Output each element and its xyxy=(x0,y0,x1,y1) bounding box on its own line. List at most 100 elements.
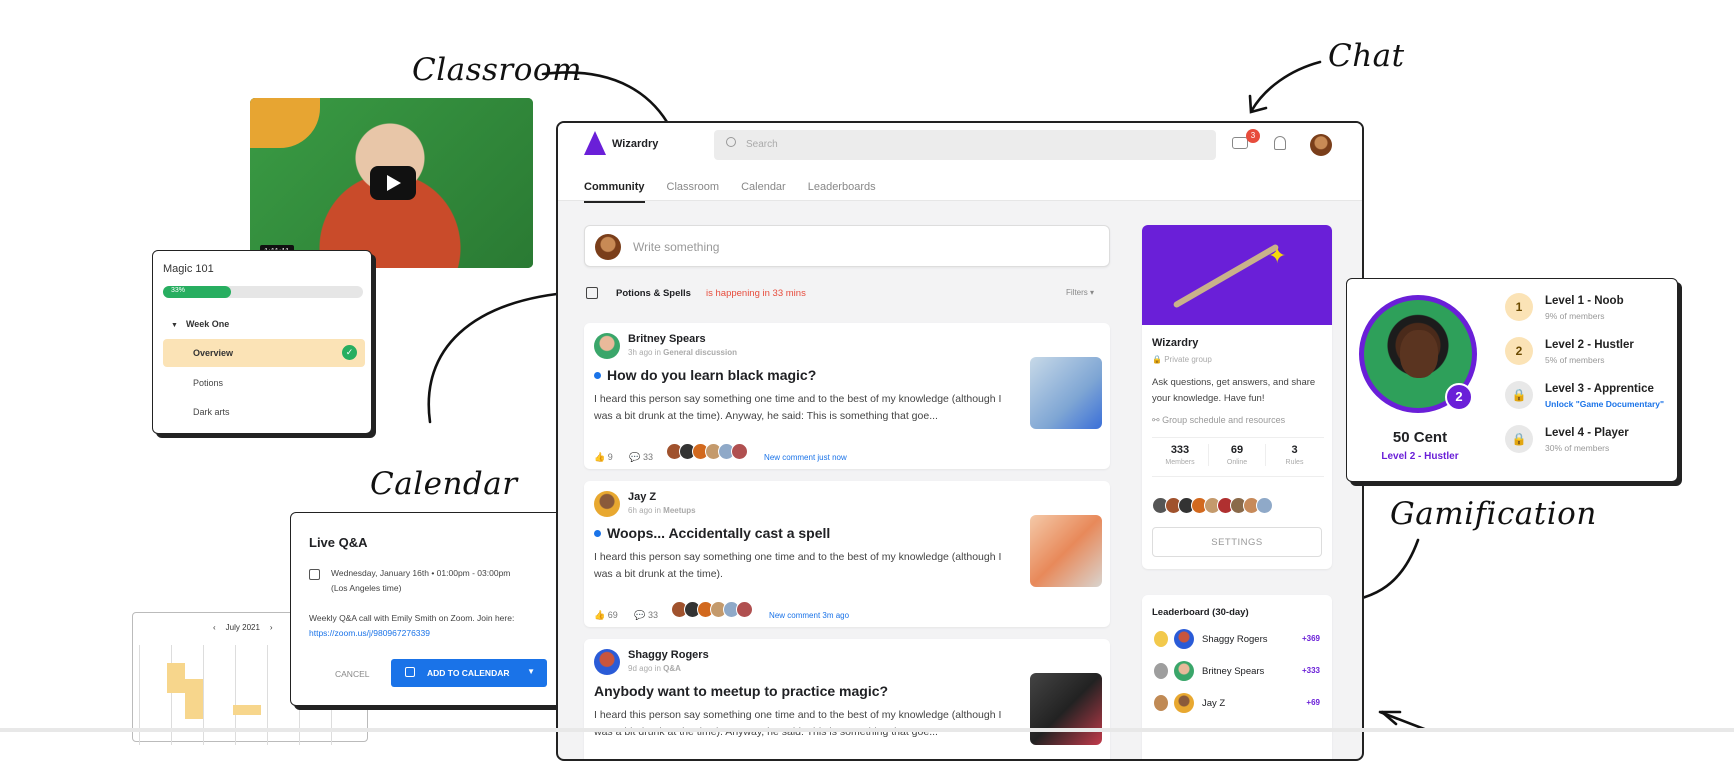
group-privacy: 🔒 Private group xyxy=(1152,355,1212,364)
post-body: I heard this person say something one ti… xyxy=(594,393,1002,422)
post-thumbnail[interactable] xyxy=(1030,515,1102,587)
comment-icon[interactable]: 💬 xyxy=(629,452,640,462)
group-name: Wizardry xyxy=(1152,337,1199,349)
post-author[interactable]: Jay Z xyxy=(628,491,656,503)
event-link[interactable]: https://zoom.us/j/980967276339 xyxy=(309,628,430,638)
post-card[interactable]: Jay Z 6h ago in Meetups Woops... Acciden… xyxy=(584,481,1110,627)
tab-classroom[interactable]: Classroom xyxy=(667,181,720,201)
annotation-classroom: Classroom xyxy=(412,52,582,88)
composer-avatar xyxy=(595,234,621,260)
member-avatars xyxy=(1152,497,1273,519)
group-resources-link[interactable]: ⚯ Group schedule and resources xyxy=(1152,415,1285,426)
post-title[interactable]: Anybody want to meetup to practice magic… xyxy=(594,683,888,699)
post-body: I heard this person say something one ti… xyxy=(594,709,1002,738)
post-meta: 9d ago in Q&A xyxy=(628,664,681,673)
author-avatar[interactable] xyxy=(594,491,620,517)
tab-leaderboards[interactable]: Leaderboards xyxy=(808,181,876,201)
post-meta: 3h ago in General discussion xyxy=(628,348,737,357)
post-title[interactable]: Woops... Accidentally cast a spell xyxy=(594,525,830,541)
settings-button[interactable]: SETTINGS xyxy=(1152,527,1322,557)
post-card[interactable]: Britney Spears 3h ago in General discuss… xyxy=(584,323,1110,469)
banner-status: is happening in 33 mins xyxy=(706,288,806,299)
bottom-divider xyxy=(0,728,1734,732)
post-actions: 👍 69 💬 33 New comment 3m ago xyxy=(594,601,849,621)
course-card: Magic 101 33% ▼ Week One Overview ✓ Potio… xyxy=(152,250,372,434)
leaderboard-row[interactable]: Britney Spears +333 xyxy=(1142,659,1322,683)
leaderboard-row[interactable]: Jay Z +69 xyxy=(1142,691,1322,715)
post-thumbnail[interactable] xyxy=(1030,357,1102,429)
filters-dropdown[interactable]: Filters ▾ xyxy=(1066,288,1094,297)
next-month-icon[interactable]: › xyxy=(270,623,273,632)
tab-calendar[interactable]: Calendar xyxy=(741,181,786,201)
prev-month-icon[interactable]: ‹ xyxy=(213,623,216,632)
add-to-calendar-button[interactable]: ADD TO CALENDAR ▼ xyxy=(391,659,547,687)
spark-icon: ✦ xyxy=(1268,243,1287,268)
course-progress-fill: 33% xyxy=(163,286,231,298)
commenter-avatars xyxy=(665,443,751,462)
bronze-medal-icon xyxy=(1154,695,1168,711)
lesson-overview[interactable]: Overview ✓ xyxy=(163,339,365,367)
author-avatar[interactable] xyxy=(594,333,620,359)
annotation-gamification: Gamification xyxy=(1390,496,1597,532)
level-1-circle: 1 xyxy=(1505,293,1533,321)
lesson-dark-arts[interactable]: Dark arts xyxy=(193,407,230,417)
calendar-event-block[interactable] xyxy=(185,679,203,719)
post-author[interactable]: Shaggy Rogers xyxy=(628,649,709,661)
section-week-one[interactable]: ▼ Week One xyxy=(171,319,229,329)
group-description: Ask questions, get answers, and share yo… xyxy=(1152,377,1316,404)
search-input[interactable]: Search xyxy=(714,130,1216,160)
top-bar: Wizardry Search 3 Community Classroom Cale… xyxy=(558,123,1362,203)
bell-icon[interactable] xyxy=(1274,136,1286,150)
unread-dot xyxy=(594,372,601,379)
video-player[interactable]: 1:11:11 xyxy=(250,98,533,268)
post-composer[interactable]: Write something xyxy=(584,225,1110,267)
level-3-title: Level 3 - Apprentice xyxy=(1545,383,1654,395)
level-4-title: Level 4 - Player xyxy=(1545,427,1629,439)
group-card: ✦ Wizardry 🔒 Private group Ask questions… xyxy=(1142,225,1332,569)
level-3-lock-icon: 🔒 xyxy=(1505,381,1533,409)
magic-wand-icon xyxy=(1172,243,1280,309)
comment-icon[interactable]: 💬 xyxy=(634,610,645,620)
level-4-lock-icon: 🔒 xyxy=(1505,425,1533,453)
tab-community[interactable]: Community xyxy=(584,181,645,203)
stat-rules[interactable]: 3 Rules xyxy=(1266,444,1323,466)
calendar-icon xyxy=(586,287,598,299)
banner-event-name[interactable]: Potions & Spells xyxy=(616,288,691,299)
post-author[interactable]: Britney Spears xyxy=(628,333,706,345)
post-card[interactable]: Shaggy Rogers 9d ago in Q&A Anybody want… xyxy=(584,639,1110,759)
avatar xyxy=(1256,497,1273,514)
level-2-title: Level 2 - Hustler xyxy=(1545,339,1634,351)
avatar xyxy=(735,601,753,618)
lesson-potions[interactable]: Potions xyxy=(193,378,223,388)
lock-icon: 🔒 xyxy=(1152,355,1162,364)
annotation-calendar: Calendar xyxy=(370,466,518,502)
like-icon[interactable]: 👍 xyxy=(594,610,605,620)
calendar-event-block[interactable] xyxy=(167,663,185,693)
level-3-unlock-link[interactable]: Unlock "Game Documentary" xyxy=(1545,399,1664,409)
calendar-event-block[interactable] xyxy=(233,705,261,715)
author-avatar[interactable] xyxy=(594,649,620,675)
chevron-down-icon[interactable]: ▼ xyxy=(527,667,535,676)
post-title[interactable]: How do you learn black magic? xyxy=(594,367,816,383)
check-circle-icon: ✓ xyxy=(342,345,357,360)
avatar xyxy=(1174,661,1194,681)
leaderboard-row[interactable]: Shaggy Rogers +369 xyxy=(1142,627,1322,651)
course-title: Magic 101 xyxy=(163,263,214,275)
calendar-plus-icon xyxy=(405,667,415,677)
post-thumbnail[interactable] xyxy=(1030,673,1102,745)
event-timezone: (Los Angeles time) xyxy=(331,583,402,593)
calendar-icon xyxy=(309,569,320,580)
app-name: Wizardry xyxy=(612,138,659,150)
avatar xyxy=(730,443,748,460)
user-avatar[interactable] xyxy=(1310,134,1332,156)
progress-label: 33% xyxy=(171,287,186,294)
play-icon[interactable] xyxy=(370,166,416,200)
profile-level-label: Level 2 - Hustler xyxy=(1381,451,1459,462)
post-actions: 👍 9 💬 33 New comment just now xyxy=(594,443,847,463)
post-body: I heard this person say something one ti… xyxy=(594,551,1002,580)
annotation-chat: Chat xyxy=(1328,38,1405,74)
like-icon[interactable]: 👍 xyxy=(594,452,605,462)
cancel-button[interactable]: CANCEL xyxy=(335,669,369,679)
group-banner: ✦ xyxy=(1142,225,1332,325)
search-icon xyxy=(726,137,736,147)
